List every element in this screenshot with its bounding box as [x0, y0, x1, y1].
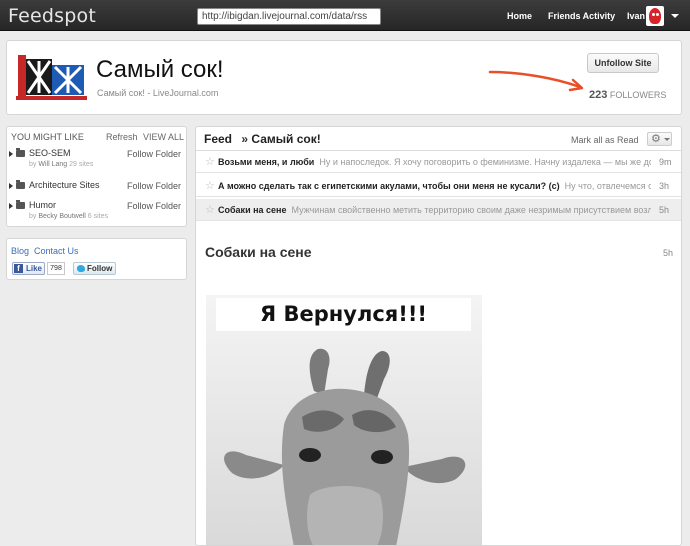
image-caption: Я Вернулся!!! [216, 298, 471, 331]
gear-icon: ⚙ [651, 133, 661, 145]
feed-item[interactable]: ☆ А можно сделать так с египетскими акул… [196, 175, 681, 197]
folder-byline: by Will Lang 29 sites [29, 161, 93, 168]
folder-icon [16, 200, 25, 209]
user-avatar[interactable] [646, 6, 664, 26]
folder-byline: by Becky Boutwell 6 sites [29, 213, 108, 220]
star-icon[interactable]: ☆ [205, 179, 215, 192]
facebook-like-count: 798 [47, 262, 65, 275]
article-time: 5h [663, 248, 674, 258]
nav-home-link[interactable]: Home [507, 11, 532, 21]
chevron-down-icon [664, 138, 670, 141]
feed-item-selected[interactable]: ☆ Собаки на сене Мужчинам свойственно мет… [196, 199, 681, 221]
feed-item[interactable]: ☆ Возьми меня, и люби Ну и напоследок. Я … [196, 151, 681, 173]
user-menu-chevron-down-icon[interactable] [671, 14, 679, 18]
expand-triangle-icon[interactable] [9, 151, 13, 157]
folder-sites-count: 6 sites [87, 213, 109, 220]
folder-name[interactable]: Humor [29, 200, 56, 210]
you-might-like-heading: YOU MIGHT LIKE [11, 132, 84, 142]
folder-name[interactable]: Architecture Sites [29, 180, 100, 190]
top-bar: Feedspot http://ibigdan.livejournal.com/… [0, 0, 690, 31]
feed-item-title[interactable]: Возьми меня, и люби [218, 157, 314, 167]
feed-label[interactable]: Feed [204, 132, 232, 146]
folder-by-label: by [29, 161, 37, 168]
article-title[interactable]: Собаки на сене [205, 244, 312, 260]
star-icon[interactable]: ☆ [205, 155, 215, 168]
followers-label: FOLLOWERS [609, 90, 667, 100]
feed-url-input[interactable]: http://ibigdan.livejournal.com/data/rss [197, 8, 381, 25]
view-all-link[interactable]: VIEW ALL [143, 132, 184, 142]
feed-item-time: 3h [659, 181, 670, 191]
nav-user-name[interactable]: Ivan [627, 11, 645, 21]
twitter-follow-label: Follow [87, 264, 113, 273]
feed-item-snippet: Ну и напоследок. Я хочу поговорить о фем… [319, 157, 651, 167]
follow-folder-button[interactable]: Follow Folder [127, 149, 181, 159]
facebook-like-label: Like [26, 264, 43, 273]
twitter-follow-button[interactable]: Follow [73, 262, 116, 275]
folder-author[interactable]: Will Lang [38, 161, 67, 168]
contact-us-link[interactable]: Contact Us [34, 246, 79, 256]
folder-author[interactable]: Becky Boutwell [38, 213, 85, 220]
mark-all-read-button[interactable]: Mark all as Read [571, 135, 639, 145]
folder-sites-count: 29 sites [69, 161, 94, 168]
feed-item-time: 5h [659, 205, 670, 215]
star-icon[interactable]: ☆ [205, 203, 215, 216]
site-title: Самый сок! [96, 56, 224, 83]
annotation-arrow-icon [488, 70, 584, 92]
facebook-icon: f [14, 264, 23, 273]
article-image: Я Вернулся!!! [206, 295, 482, 545]
feed-item-snippet: Мужчинам свойственно метить территорию с… [291, 205, 652, 215]
expand-triangle-icon[interactable] [9, 183, 13, 189]
follow-folder-button[interactable]: Follow Folder [127, 201, 181, 211]
feed-settings-button[interactable]: ⚙ [647, 132, 672, 146]
folder-by-label: by [29, 213, 37, 220]
folder-name[interactable]: SEO-SEM [29, 148, 71, 158]
social-panel: Blog Contact Us f Like 798 Follow [6, 238, 187, 280]
folder-icon [16, 148, 25, 157]
blog-link[interactable]: Blog [11, 246, 29, 256]
expand-triangle-icon[interactable] [9, 203, 13, 209]
folder-icon [16, 180, 25, 189]
site-subtitle: Самый сок! - LiveJournal.com [97, 88, 219, 98]
nav-friends-activity-link[interactable]: Friends Activity [548, 11, 615, 21]
feed-item-time: 9m [659, 157, 672, 167]
breadcrumb-separator: » [241, 132, 249, 146]
feed-site-name: Самый сок! [251, 132, 321, 146]
feed-header: Feed » Самый сок! Mark all as Read ⚙ [196, 127, 681, 151]
refresh-link[interactable]: Refresh [106, 132, 138, 142]
feed-item-title[interactable]: Собаки на сене [218, 205, 287, 215]
feed-item-title[interactable]: А можно сделать так с египетскими акулам… [218, 181, 560, 191]
livejournal-logo [16, 53, 87, 100]
unfollow-site-button[interactable]: Unfollow Site [587, 53, 659, 73]
twitter-bird-icon [77, 265, 85, 272]
followers-count: 223 FOLLOWERS [589, 89, 666, 101]
folder-item[interactable]: SEO-SEM by Will Lang 29 sites Follow Fol… [9, 147, 184, 171]
follow-folder-button[interactable]: Follow Folder [127, 181, 181, 191]
feed-breadcrumb: Feed » Самый сок! [204, 132, 321, 146]
facebook-like-button[interactable]: f Like [12, 262, 45, 275]
feed-item-snippet: Ну что, отвлечемся от серьёзного [564, 181, 651, 191]
feedspot-logo[interactable]: Feedspot [8, 5, 96, 27]
giraffe-photo [206, 295, 482, 545]
followers-number: 223 [589, 89, 608, 101]
you-might-like-panel: YOU MIGHT LIKE Refresh VIEW ALL SEO-SEM … [6, 126, 187, 227]
feed-panel: Feed » Самый сок! Mark all as Read ⚙ ☆ В… [195, 126, 682, 546]
folder-item[interactable]: Humor by Becky Boutwell 6 sites Follow F… [9, 199, 184, 223]
